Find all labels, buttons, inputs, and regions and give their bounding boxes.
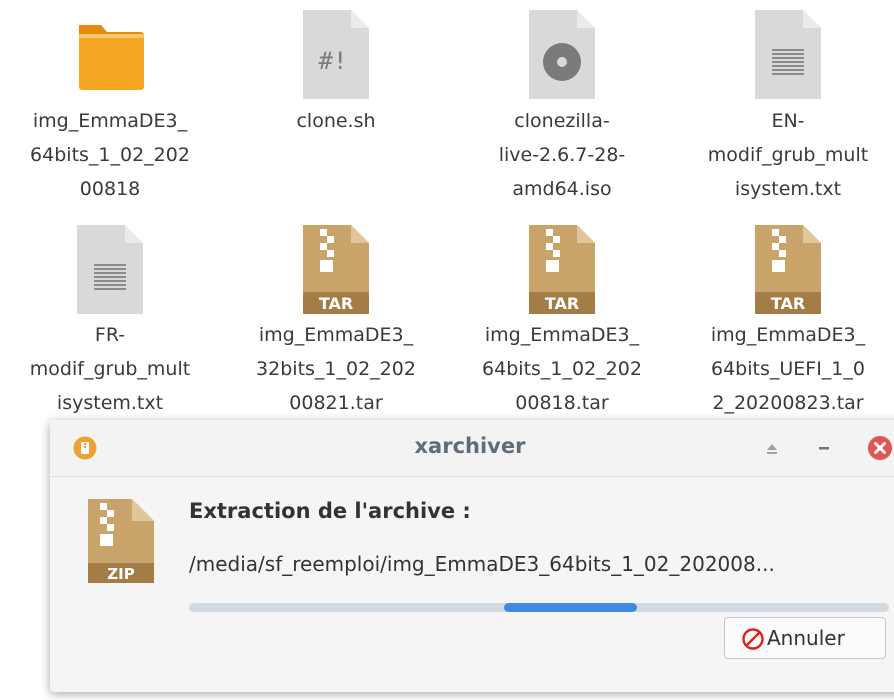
cancel-button[interactable]: Annuler	[724, 617, 886, 659]
zip-archive-icon: ZIP	[88, 499, 154, 583]
desktop-file-view: img_EmmaDE3_ 64bits_1_02_202 00818 #! cl…	[0, 0, 894, 700]
script-file-icon: #!	[303, 10, 369, 99]
file-item-folder[interactable]: img_EmmaDE3_ 64bits_1_02_202 00818	[0, 0, 220, 210]
minimize-icon	[819, 447, 829, 450]
dialog-body: ZIP Extraction de l'archive : /media/sf_…	[50, 477, 894, 692]
cancel-icon	[742, 628, 764, 650]
file-label: clone.sh	[296, 110, 376, 132]
zip-badge: ZIP	[107, 565, 134, 583]
cancel-label: Annuler	[767, 626, 845, 650]
progress-fill	[504, 603, 637, 612]
file-label: img_EmmaDE3_ 64bits_1_02_202 00818.tar	[482, 324, 642, 414]
tar-badge: TAR	[771, 294, 805, 313]
file-label: EN- modif_grub_mult isystem.txt	[707, 110, 869, 200]
script-glyph: #!	[319, 47, 348, 75]
tar-badge: TAR	[319, 294, 353, 313]
file-label: FR- modif_grub_mult isystem.txt	[29, 324, 191, 414]
file-item-tar[interactable]: TAR img_EmmaDE3_ 64bits_1_02_202 00818.t…	[452, 215, 672, 414]
file-label: img_EmmaDE3_ 32bits_1_02_202 00821.tar	[256, 324, 416, 414]
tar-badge: TAR	[545, 294, 579, 313]
file-item-tar[interactable]: TAR img_EmmaDE3_ 64bits_UEFI_1_0 2_20200…	[678, 215, 894, 414]
extraction-dialog: xarchiver ZIP Extraction de l'archive: …	[50, 420, 894, 692]
file-item-text[interactable]: FR- modif_grub_mult isystem.txt	[0, 215, 220, 414]
file-label: img_EmmaDE3_ 64bits_UEFI_1_0 2_20200823.…	[710, 324, 866, 414]
dialog-heading: Extraction de l'archive :	[189, 499, 471, 523]
archive-path: /media/sf_reemploi/img_EmmaDE3_64bits_1_…	[189, 552, 775, 576]
tar-archive-icon: TAR	[303, 225, 369, 314]
file-label: clonezilla- live-2.6.7-28- amd64.iso	[498, 110, 626, 200]
disc-image-icon	[529, 10, 595, 99]
file-label: img_EmmaDE3_ 64bits_1_02_202 00818	[30, 110, 190, 200]
text-file-icon	[77, 225, 143, 314]
tar-archive-icon: TAR	[529, 225, 595, 314]
text-file-icon	[755, 10, 821, 99]
tar-archive-icon: TAR	[755, 225, 821, 314]
file-item-iso[interactable]: clonezilla- live-2.6.7-28- amd64.iso	[452, 0, 672, 210]
shade-icon	[767, 444, 777, 454]
folder-icon	[79, 25, 144, 90]
close-button[interactable]	[866, 434, 894, 462]
dialog-titlebar[interactable]: xarchiver	[50, 420, 894, 477]
minimize-button[interactable]	[810, 434, 838, 462]
file-item-script[interactable]: #! clone.sh	[226, 0, 446, 210]
progress-bar	[189, 603, 889, 612]
file-item-tar[interactable]: TAR img_EmmaDE3_ 32bits_1_02_202 00821.t…	[226, 215, 446, 414]
file-item-text[interactable]: EN- modif_grub_mult isystem.txt	[678, 0, 894, 210]
shade-button[interactable]	[758, 434, 786, 462]
close-icon	[868, 436, 892, 460]
